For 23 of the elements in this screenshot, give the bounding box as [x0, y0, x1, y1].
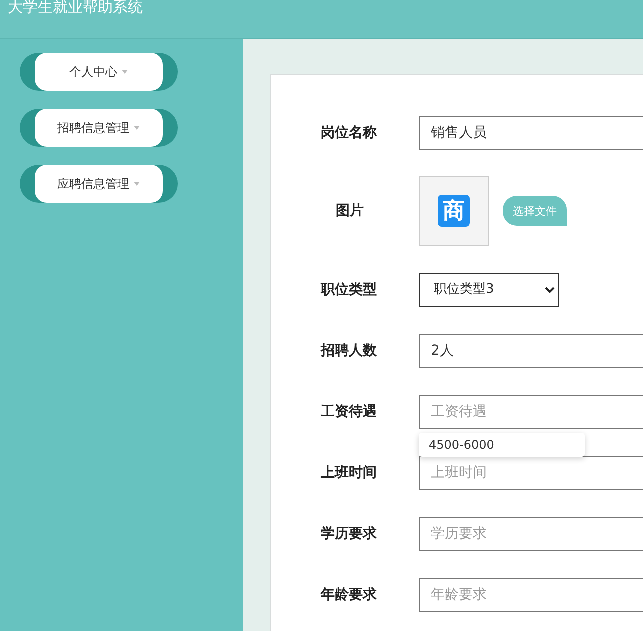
text-field[interactable]: 学历要求: [419, 516, 643, 550]
field-label: 上班时间: [321, 464, 378, 482]
sidebar-item[interactable]: 个人中心: [20, 53, 178, 91]
text-field[interactable]: 工资待遇: [419, 394, 643, 428]
text-field[interactable]: 2人: [419, 334, 643, 368]
field-label: 招聘人数: [321, 342, 378, 360]
text-field[interactable]: 年龄要求: [419, 578, 643, 612]
caret-icon: [134, 126, 140, 130]
sidebar-item[interactable]: 招聘信息管理: [20, 109, 178, 147]
field-label: 职位类型: [321, 280, 378, 298]
caret-icon: [134, 182, 140, 186]
field-label: 图片: [335, 202, 365, 220]
type-select[interactable]: 职位类型3: [419, 272, 559, 306]
sidebar-item[interactable]: 应聘信息管理: [20, 165, 178, 203]
text-field[interactable]: 上班时间: [419, 456, 643, 490]
field-label: 年龄要求: [321, 586, 378, 604]
field-label: 工资待遇: [321, 402, 378, 420]
text-field[interactable]: 销售人员: [419, 116, 643, 150]
field-label: 学历要求: [321, 524, 378, 542]
caret-icon: [122, 70, 128, 74]
suggestion-option[interactable]: 4500-6000: [419, 433, 585, 457]
logo-icon: 商: [438, 195, 470, 227]
field-label: 岗位名称: [321, 124, 378, 142]
